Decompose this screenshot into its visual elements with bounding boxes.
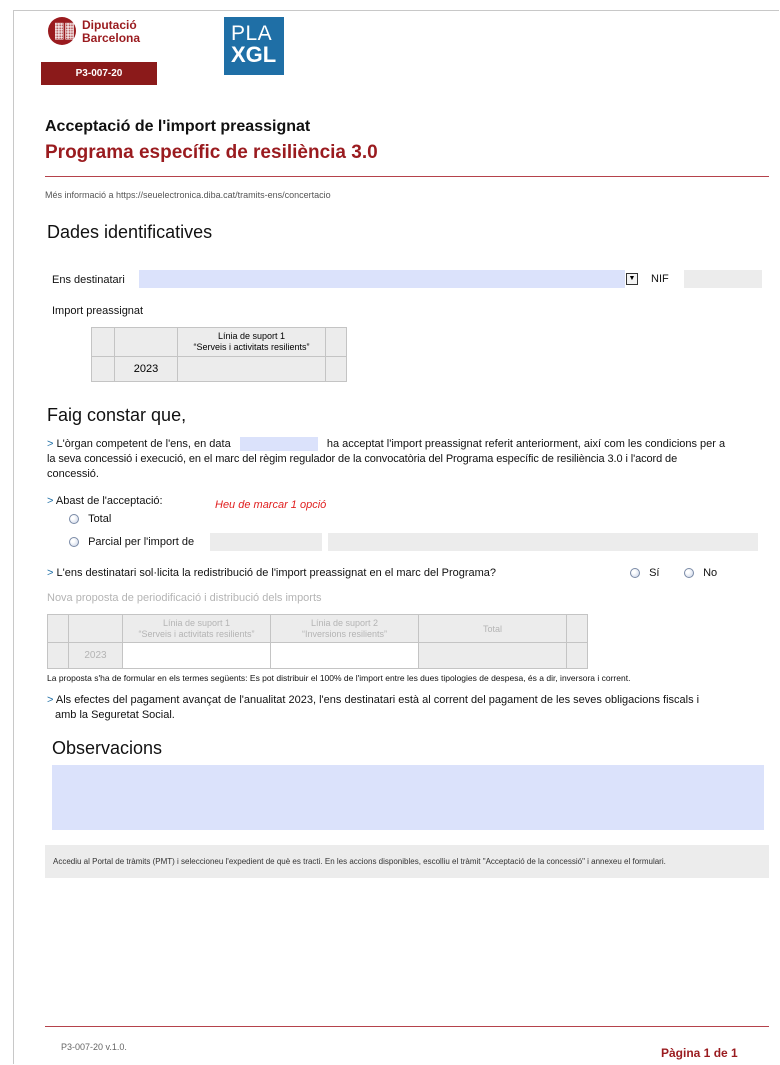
info-link-text[interactable]: Més informació a https://seuelectronica.… <box>45 190 331 200</box>
pla-xgl-logo: PLA XGL <box>224 17 284 75</box>
proposta-note: La proposta s'ha de formular en els term… <box>47 673 631 683</box>
portal-instructions-note: Accediu al Portal de tràmits (PMT) i sel… <box>45 845 769 878</box>
table2-linia1-title: Línia de suport 1 <box>162 617 231 628</box>
table2-linia2-cell[interactable] <box>270 642 419 669</box>
organ-text-after: ha acceptat l'import preassignat referit… <box>326 438 726 450</box>
organ-paragraph: > L'òrgan competent de l'ens, en data ha… <box>47 437 771 482</box>
page-number: Pàgina 1 de 1 <box>661 1046 738 1060</box>
section-heading-faig: Faig constar que, <box>47 405 187 425</box>
footer-divider <box>45 1026 769 1027</box>
diputacio-seal-icon: ▦▦ ▦▦ <box>48 17 76 45</box>
option-total-label: Total <box>88 513 112 525</box>
table2-header-total: Total <box>418 614 567 643</box>
table2-header-empty <box>68 614 123 643</box>
ens-label: Ens destinatari <box>52 274 125 286</box>
program-title: Programa específic de resiliència 3.0 <box>45 142 378 163</box>
table-row-edge <box>325 356 347 382</box>
option-no[interactable]: No <box>684 566 717 581</box>
form-code-badge: P3-007-20 <box>41 62 157 85</box>
pla-logo-line2: XGL <box>231 42 277 67</box>
import-value-cell[interactable] <box>177 356 326 382</box>
table-header-linia1: Línia de suport 1 “Serveis i activitats … <box>177 327 326 357</box>
option-total[interactable]: Total <box>69 512 111 527</box>
table2-total-cell <box>418 642 567 669</box>
pagament-line1: Als efectes del pagament avançat de l'an… <box>55 694 700 706</box>
abast-label: Abast de l'acceptació: <box>55 495 163 507</box>
table-header-edge <box>325 327 347 357</box>
parcial-amount-field[interactable] <box>210 533 322 551</box>
form-title: Acceptació de l'import preassignat <box>45 118 311 135</box>
organ-text-line2: la seva concessió i execució, en el marc… <box>47 453 678 465</box>
option-parcial-label: Parcial per l'import de <box>88 536 195 548</box>
table-row-year: 2023 <box>114 356 178 382</box>
organ-text-line3: concessió. <box>47 468 99 480</box>
radio-icon[interactable] <box>684 568 694 579</box>
nova-proposta-label: Nova proposta de periodificació i distri… <box>47 592 322 604</box>
redistrib-question-text: L'ens destinatari sol·licita la redistri… <box>56 567 497 579</box>
header-linia1-title: Línia de suport 1 <box>217 331 286 341</box>
table2-row-stub <box>47 642 69 669</box>
import-table: Línia de suport 1 “Serveis i activitats … <box>91 327 347 382</box>
table2-linia1-subtitle: “Serveis i activitats resilients” <box>138 628 255 639</box>
table2-header-linia2: Línia de suport 2 “Inversions resilients… <box>270 614 419 643</box>
nif-label: NIF <box>651 273 669 285</box>
org-name-line2: Barcelona <box>82 31 141 45</box>
abast-label-row: > Abast de l'acceptació: <box>47 494 163 509</box>
bullet-arrow: > <box>47 438 54 450</box>
table2-linia2-title: Línia de suport 2 <box>310 617 379 628</box>
diputacio-logo: ▦▦ ▦▦ Diputació Barcelona <box>48 17 158 47</box>
option-no-label: No <box>703 567 718 579</box>
radio-icon[interactable] <box>630 568 640 579</box>
table-corner <box>91 327 115 357</box>
observacions-textarea[interactable] <box>52 765 764 830</box>
footer-code-version: P3-007-20 v.1.0. <box>61 1042 127 1052</box>
pagament-paragraph: > Als efectes del pagament avançat de l'… <box>47 693 771 723</box>
redistrib-question: > L'ens destinatari sol·licita la redist… <box>47 566 496 581</box>
dropdown-arrow-icon[interactable]: ▼ <box>626 273 638 285</box>
section-heading-dades: Dades identificatives <box>47 222 213 242</box>
import-label: Import preassignat <box>52 305 144 317</box>
radio-icon[interactable] <box>69 514 79 525</box>
table2-row-year: 2023 <box>68 642 123 669</box>
pagament-line2: amb la Seguretat Social. <box>55 709 175 721</box>
table-header-empty <box>114 327 178 357</box>
warning-text: Heu de marcar 1 opció <box>215 499 327 511</box>
option-si-label: Sí <box>649 567 660 579</box>
table2-header-edge <box>566 614 588 643</box>
parcial-amount-text-field[interactable] <box>328 533 758 551</box>
option-parcial[interactable]: Parcial per l'import de <box>69 535 194 550</box>
nif-field[interactable] <box>684 270 762 288</box>
table2-row-edge <box>566 642 588 669</box>
table2-linia2-subtitle: “Inversions resilients” <box>301 628 388 639</box>
table2-corner <box>47 614 69 643</box>
section-heading-observacions: Observacions <box>52 738 163 758</box>
table-row-stub <box>91 356 115 382</box>
bullet-arrow: > <box>47 567 54 579</box>
header-linia1-subtitle: “Serveis i activitats resilients” <box>193 342 310 352</box>
bullet-arrow: > <box>47 495 54 507</box>
bullet-arrow: > <box>47 694 54 706</box>
title-divider <box>45 176 769 177</box>
acceptance-date-field[interactable] <box>239 437 318 452</box>
option-si[interactable]: Sí <box>630 566 659 581</box>
organ-text-before: L'òrgan competent de l'ens, en data <box>56 438 231 450</box>
table2-linia1-cell[interactable] <box>122 642 271 669</box>
radio-icon[interactable] <box>69 537 79 548</box>
table2-header-linia1: Línia de suport 1 “Serveis i activitats … <box>122 614 271 643</box>
redistribution-table: Línia de suport 1 “Serveis i activitats … <box>47 614 588 669</box>
ens-select[interactable] <box>139 270 625 288</box>
